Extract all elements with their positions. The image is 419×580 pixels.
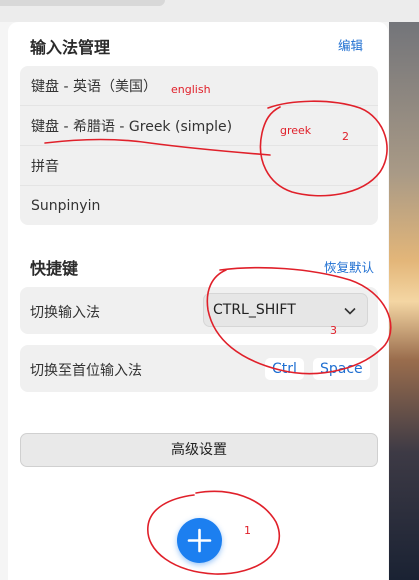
shortcut-section-title: 快捷键 <box>30 259 79 278</box>
top-strip <box>0 0 419 22</box>
chevron-down-icon <box>344 307 356 315</box>
switch-im-row: 切换输入法 CTRL_SHIFT <box>20 287 378 334</box>
key-space[interactable]: Space <box>313 358 370 380</box>
switch-first-im-label: 切换至首位输入法 <box>30 363 142 379</box>
add-im-button[interactable] <box>177 518 222 563</box>
im-item-sunpinyin[interactable]: Sunpinyin <box>20 186 378 226</box>
switch-im-select[interactable]: CTRL_SHIFT <box>203 293 368 327</box>
im-item-label: 拼音 <box>31 158 59 175</box>
annotation-greek: greek <box>280 124 312 137</box>
im-section-title: 输入法管理 <box>30 38 111 57</box>
reset-default-link[interactable]: 恢复默认 <box>324 257 374 276</box>
im-item-label: 键盘 - 英语（美国） <box>31 78 157 95</box>
im-item-label: 键盘 - 希腊语 - Greek (simple) <box>31 118 233 135</box>
plus-icon <box>187 528 212 553</box>
switch-im-value: CTRL_SHIFT <box>213 302 296 318</box>
key-ctrl[interactable]: Ctrl <box>265 358 304 380</box>
desktop-wallpaper <box>389 0 419 580</box>
advanced-settings-button[interactable]: 高级设置 <box>20 433 378 467</box>
im-item-greek[interactable]: 键盘 - 希腊语 - Greek (simple) <box>20 106 378 146</box>
top-tab-shape <box>0 0 165 6</box>
switch-im-label: 切换输入法 <box>30 305 100 321</box>
annotation-2: 2 <box>342 130 349 143</box>
annotation-3: 3 <box>330 324 337 337</box>
annotation-1: 1 <box>244 524 251 537</box>
im-item-pinyin[interactable]: 拼音 <box>20 146 378 186</box>
annotation-english: english <box>171 83 211 96</box>
im-item-label: Sunpinyin <box>31 198 101 214</box>
edit-link[interactable]: 编辑 <box>338 35 363 54</box>
switch-first-im-row: 切换至首位输入法 Ctrl Space <box>20 345 378 392</box>
